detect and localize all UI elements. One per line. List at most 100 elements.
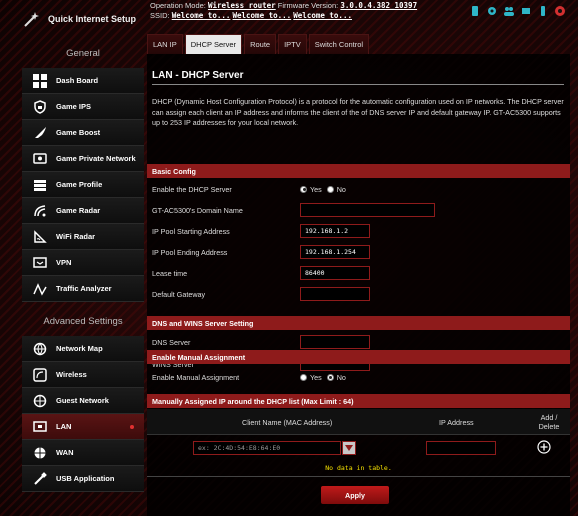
manual-assignment-label: Enable Manual Assignment [152, 372, 240, 382]
domain-name-label: GT-AC5300's Domain Name [152, 205, 243, 215]
sidebar-item-game-profile[interactable]: Game Profile [22, 172, 144, 198]
operation-mode-line: Operation Mode: Wireless router Firmware… [150, 1, 418, 10]
wireless-icon [32, 367, 48, 383]
enable-dhcp-yes-radio[interactable]: Yes [300, 185, 322, 194]
tab-dhcp-server[interactable]: DHCP Server [184, 34, 243, 54]
dns-server-label: DNS Server [152, 337, 191, 347]
ssid-value-2[interactable]: Welcome to... [232, 11, 291, 20]
gear-icon[interactable] [554, 5, 566, 17]
dashboard-icon [32, 73, 48, 89]
sim-icon[interactable] [469, 5, 481, 17]
sidebar-item-lan[interactable]: LAN [22, 414, 144, 440]
usb-status-icon[interactable] [520, 5, 532, 17]
rocket-icon [32, 125, 48, 141]
manual-assignment-heading: Enable Manual Assignment [147, 350, 570, 364]
lease-time-label: Lease time [152, 268, 188, 278]
client-dropdown-button[interactable] [342, 441, 356, 455]
sidebar-item-network-map[interactable]: Network Map [22, 336, 144, 362]
radar-icon [32, 203, 48, 219]
active-indicator [130, 424, 134, 429]
table-divider [147, 476, 570, 477]
shield-lock-icon [32, 99, 48, 115]
chevron-down-icon [345, 445, 353, 451]
sidebar-item-dashboard[interactable]: Dash Board [22, 68, 144, 94]
panel-lower: Enable Manual Assignment Enable Manual A… [147, 350, 570, 516]
manual-assignment-row: Enable Manual Assignment Yes No [152, 367, 564, 387]
sidebar-item-guest-network[interactable]: Guest Network [22, 388, 144, 414]
default-gateway-label: Default Gateway [152, 289, 206, 299]
column-client-name: Client Name (MAC Address) [242, 417, 333, 427]
enable-dhcp-row: Enable the DHCP Server Yes No [152, 179, 564, 199]
top-bar: Quick Internet Setup Operation Mode: Wir… [0, 0, 578, 32]
manual-yes-radio[interactable]: Yes [300, 373, 322, 382]
page-title: LAN - DHCP Server [152, 70, 244, 81]
tab-switch-control[interactable]: Switch Control [308, 34, 370, 54]
quick-internet-setup-button[interactable]: Quick Internet Setup [22, 6, 144, 32]
general-section-title: General [66, 47, 100, 59]
bottle-icon[interactable] [537, 5, 549, 17]
sidebar-item-game-boost[interactable]: Game Boost [22, 120, 144, 146]
ip-pool-end-input[interactable]: 192.168.1.254 [300, 245, 370, 259]
manual-entry-row: ex: 2C:4D:54:E8:64:E0 [147, 438, 570, 460]
sidebar-item-usb-application[interactable]: USB Application [22, 466, 144, 492]
sidebar-item-traffic-analyzer[interactable]: Traffic Analyzer [22, 276, 144, 302]
plus-circle-icon [537, 440, 551, 454]
sidebar-item-label: USB Application [56, 473, 115, 483]
sidebar-item-label: WiFi Radar [56, 231, 96, 241]
add-entry-button[interactable] [537, 440, 551, 454]
ip-pool-end-row: IP Pool Ending Address 192.168.1.254 [152, 242, 564, 262]
lan-icon [32, 419, 48, 435]
sidebar-item-label: Game Boost [56, 127, 101, 137]
wifi-radar-icon [32, 229, 48, 245]
firmware-link[interactable]: 3.0.0.4.382_10397 [340, 1, 417, 10]
sidebar-item-label: Wireless [56, 369, 87, 379]
ip-pool-end-label: IP Pool Ending Address [152, 247, 228, 257]
sidebar-item-label: Game Radar [56, 205, 101, 215]
sidebar-item-vpn[interactable]: VPN [22, 250, 144, 276]
sidebar-item-label: WAN [56, 447, 74, 457]
apply-button[interactable]: Apply [321, 486, 389, 504]
page-description: DHCP (Dynamic Host Configuration Protoco… [152, 97, 564, 127]
clients-icon[interactable] [503, 5, 515, 17]
traffic-icon [32, 281, 48, 297]
sidebar-item-label: Game Private Network [56, 153, 136, 163]
basic-config-heading: Basic Config [147, 164, 570, 178]
mac-address-input[interactable]: ex: 2C:4D:54:E8:64:E0 [193, 441, 341, 455]
ip-pool-start-input[interactable]: 192.168.1.2 [300, 224, 370, 238]
enable-dhcp-label: Enable the DHCP Server [152, 184, 232, 194]
sidebar-item-label: Traffic Analyzer [56, 283, 112, 293]
lease-time-input[interactable]: 86400 [300, 266, 370, 280]
sidebar-item-label: Game IPS [56, 101, 92, 111]
sidebar-item-game-ips[interactable]: Game IPS [22, 94, 144, 120]
default-gateway-input[interactable] [300, 287, 370, 301]
ssid-value-3[interactable]: Welcome to... [293, 11, 352, 20]
sidebar-item-wireless[interactable]: Wireless [22, 362, 144, 388]
empty-table-message: No data in table. [325, 464, 392, 472]
profile-icon [32, 177, 48, 193]
sidebar-item-label: Network Map [56, 343, 103, 353]
manual-list-columns: Client Name (MAC Address) IP Address Add… [147, 409, 570, 435]
domain-name-input[interactable] [300, 203, 435, 217]
sidebar-item-wan[interactable]: WAN [22, 440, 144, 466]
ip-address-input[interactable] [426, 441, 496, 455]
tab-route[interactable]: Route [244, 34, 277, 54]
enable-dhcp-no-radio[interactable]: No [326, 185, 346, 194]
sidebar-item-wifi-radar[interactable]: WiFi Radar [22, 224, 144, 250]
dns-wins-heading: DNS and WINS Server Setting [147, 316, 570, 330]
settings-gear-icon[interactable] [486, 5, 498, 17]
sidebar-item-label: Guest Network [56, 395, 109, 405]
domain-name-row: GT-AC5300's Domain Name [152, 200, 564, 220]
dns-server-input[interactable] [300, 335, 370, 349]
sidebar-item-game-radar[interactable]: Game Radar [22, 198, 144, 224]
dns-server-row: DNS Server [152, 332, 564, 352]
operation-mode-link[interactable]: Wireless router [208, 1, 276, 10]
manual-list-heading: Manually Assigned IP around the DHCP lis… [147, 394, 570, 408]
manual-no-radio[interactable]: No [326, 373, 346, 382]
ssid-value-1[interactable]: Welcome to... [172, 11, 231, 20]
tab-iptv[interactable]: IPTV [278, 34, 307, 54]
sidebar: General Dash Board Game IPS Game Boost G… [22, 38, 144, 492]
sidebar-item-game-private-network[interactable]: Game Private Network [22, 146, 144, 172]
lease-time-row: Lease time 86400 [152, 263, 564, 283]
tab-bar: LAN IP DHCP Server Route IPTV Switch Con… [147, 34, 370, 54]
tab-lan-ip[interactable]: LAN IP [147, 34, 183, 54]
